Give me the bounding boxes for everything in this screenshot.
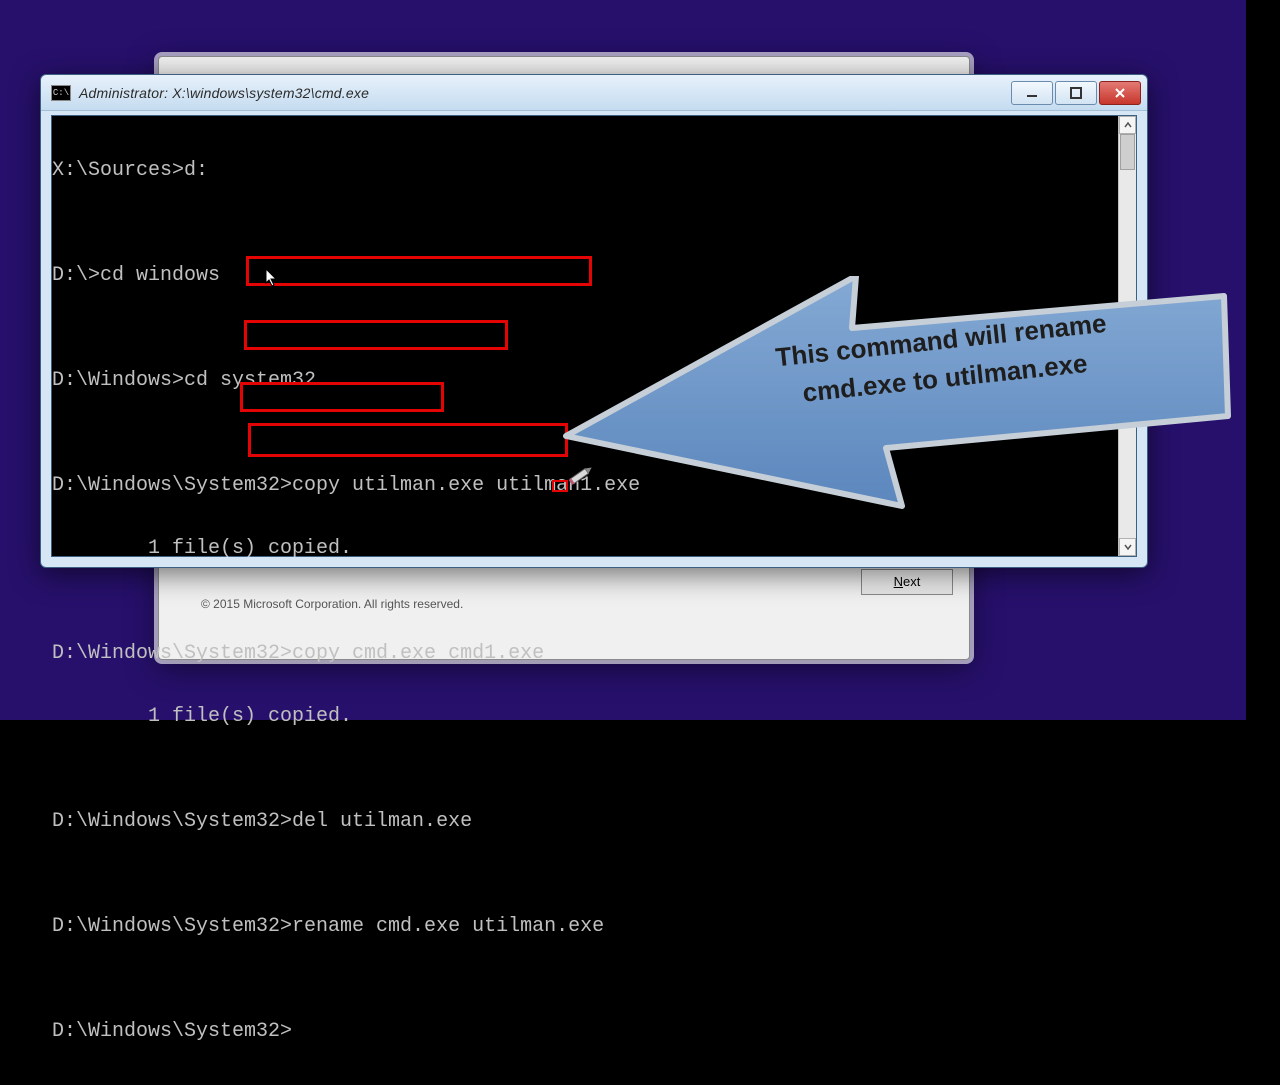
terminal-client-area: X:\Sources>d: D:\>cd windows D:\Windows>…: [51, 115, 1137, 557]
terminal-line: 1 file(s) copied.: [52, 706, 1118, 727]
terminal-line: 1 file(s) copied.: [52, 538, 1118, 559]
minimize-button[interactable]: [1011, 81, 1053, 105]
maximize-button[interactable]: [1055, 81, 1097, 105]
titlebar[interactable]: C:\ Administrator: X:\windows\system32\c…: [41, 75, 1147, 111]
annotation-marker: [552, 480, 568, 492]
chevron-up-icon: [1124, 121, 1132, 129]
terminal-line: X:\Sources>d:: [52, 160, 1118, 181]
terminal-line: D:\>cd windows: [52, 265, 1118, 286]
terminal-line: D:\Windows\System32>: [52, 1021, 1118, 1042]
minimize-icon: [1026, 87, 1038, 99]
terminal-line: D:\Windows>cd system32: [52, 370, 1118, 391]
terminal-line: D:\Windows\System32>rename cmd.exe utilm…: [52, 916, 1118, 937]
scroll-down-button[interactable]: [1119, 538, 1136, 556]
close-button[interactable]: [1099, 81, 1141, 105]
terminal-line: D:\Windows\System32>del utilman.exe: [52, 811, 1118, 832]
terminal-line: D:\Windows\System32>copy cmd.exe cmd1.ex…: [52, 643, 1118, 664]
chevron-down-icon: [1124, 543, 1132, 551]
window-title: Administrator: X:\windows\system32\cmd.e…: [79, 85, 1011, 101]
close-icon: [1114, 87, 1126, 99]
maximize-icon: [1070, 87, 1082, 99]
cmd-icon: C:\: [51, 85, 71, 101]
cmd-window: C:\ Administrator: X:\windows\system32\c…: [40, 74, 1148, 568]
vertical-scrollbar[interactable]: [1118, 116, 1136, 556]
scroll-up-button[interactable]: [1119, 116, 1136, 134]
scroll-thumb[interactable]: [1120, 134, 1135, 170]
scroll-track[interactable]: [1119, 134, 1136, 538]
